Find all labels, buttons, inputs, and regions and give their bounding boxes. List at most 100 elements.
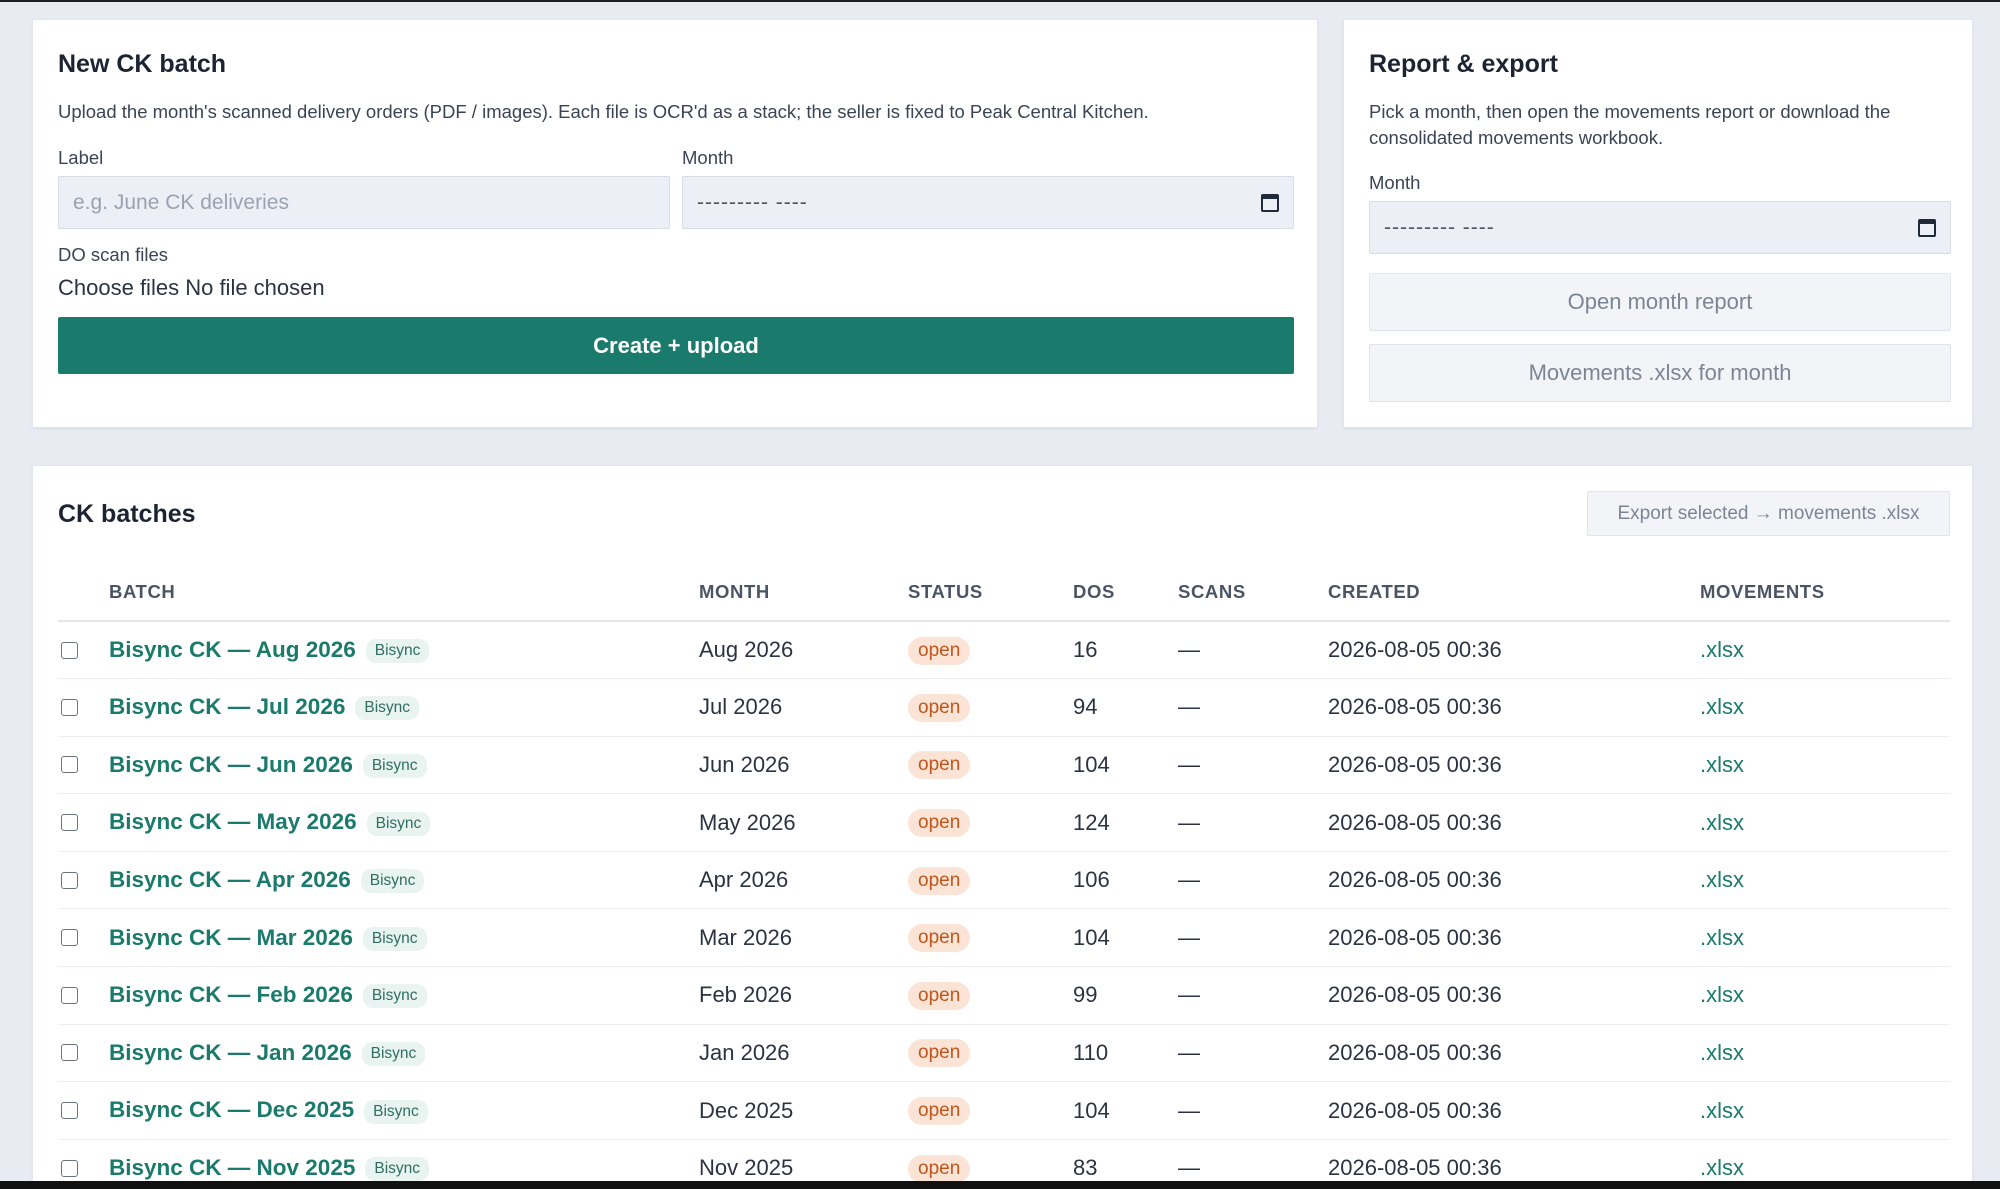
batch-created: 2026-08-05 00:36 xyxy=(1328,736,1700,795)
batch-month: May 2026 xyxy=(699,793,908,852)
batch-scans: — xyxy=(1178,678,1328,737)
status-badge: open xyxy=(908,1039,971,1068)
batch-scans: — xyxy=(1178,908,1328,968)
file-picker[interactable]: Choose files No file chosen xyxy=(58,275,325,301)
batch-link[interactable]: Bisync CK — Jul 2026 xyxy=(109,694,345,719)
batch-link[interactable]: Bisync CK — Mar 2026 xyxy=(109,925,353,950)
status-badge: open xyxy=(908,1097,971,1126)
movements-xlsx-link[interactable]: .xlsx xyxy=(1700,867,1744,892)
status-badge: open xyxy=(908,751,971,780)
batch-dos: 99 xyxy=(1073,966,1178,1025)
month-input-value: --------- ---- xyxy=(697,190,808,214)
row-checkbox[interactable] xyxy=(61,1159,78,1177)
table-row: Bisync CK — Jun 2026 Bisync Jun 2026 open… xyxy=(58,736,1950,795)
column-header-status: STATUS xyxy=(908,563,1073,622)
movements-xlsx-month-button[interactable]: Movements .xlsx for month xyxy=(1369,344,1951,402)
source-tag: Bisync xyxy=(362,926,427,951)
batches-table-body: Bisync CK — Aug 2026 Bisync Aug 2026 open… xyxy=(58,621,1950,1189)
batch-created: 2026-08-05 00:36 xyxy=(1328,966,1700,1025)
row-checkbox[interactable] xyxy=(61,929,78,947)
batch-link[interactable]: Bisync CK — Dec 2025 xyxy=(109,1097,354,1122)
batch-dos: 106 xyxy=(1073,851,1178,910)
batch-dos: 104 xyxy=(1073,736,1178,795)
batch-scans: — xyxy=(1178,1024,1328,1083)
batch-link[interactable]: Bisync CK — Apr 2026 xyxy=(109,867,351,892)
movements-xlsx-link[interactable]: .xlsx xyxy=(1700,1040,1744,1065)
files-field-label: DO scan files xyxy=(58,244,169,265)
batch-scans: — xyxy=(1178,621,1328,680)
report-month-input[interactable]: --------- ---- xyxy=(1369,201,1951,254)
batches-table: BATCH MONTH STATUS DOS SCANS CREATED MOV… xyxy=(58,563,1950,1189)
batch-link[interactable]: Bisync CK — Jun 2026 xyxy=(109,752,353,777)
status-badge: open xyxy=(908,809,971,838)
label-input[interactable]: e.g. June CK deliveries xyxy=(58,176,670,229)
batch-month: Jun 2026 xyxy=(699,736,908,795)
movements-xlsx-link[interactable]: .xlsx xyxy=(1700,982,1744,1007)
row-checkbox[interactable] xyxy=(61,871,78,889)
movements-xlsx-link[interactable]: .xlsx xyxy=(1700,752,1744,777)
report-description: Pick a month, then open the movements re… xyxy=(1369,101,1891,148)
movements-xlsx-link[interactable]: .xlsx xyxy=(1700,810,1744,835)
batches-title: CK batches xyxy=(58,500,196,528)
month-input[interactable]: --------- ---- xyxy=(682,176,1294,229)
batch-dos: 16 xyxy=(1073,621,1178,680)
source-tag: Bisync xyxy=(365,1157,430,1182)
new-batch-card: New CK batch Upload the month's scanned … xyxy=(32,19,1318,428)
table-row: Bisync CK — Apr 2026 Bisync Apr 2026 open… xyxy=(58,851,1950,910)
export-selected-button[interactable]: Export selected → movements .xlsx xyxy=(1587,491,1950,536)
table-row: Bisync CK — Jan 2026 Bisync Jan 2026 open… xyxy=(58,1024,1950,1083)
batch-link[interactable]: Bisync CK — Aug 2026 xyxy=(109,637,356,662)
movements-xlsx-link[interactable]: .xlsx xyxy=(1700,1155,1744,1180)
batch-month: Dec 2025 xyxy=(699,1081,908,1140)
batch-scans: — xyxy=(1178,736,1328,795)
source-tag: Bisync xyxy=(364,1099,428,1124)
batch-month: Feb 2026 xyxy=(699,966,908,1025)
open-month-report-button[interactable]: Open month report xyxy=(1369,273,1951,331)
batch-link[interactable]: Bisync CK — Nov 2025 xyxy=(109,1155,355,1180)
row-checkbox[interactable] xyxy=(61,986,78,1004)
movements-xlsx-link[interactable]: .xlsx xyxy=(1700,637,1744,662)
calendar-icon[interactable] xyxy=(1261,193,1279,212)
batch-dos: 104 xyxy=(1073,908,1178,968)
status-badge: open xyxy=(908,693,971,722)
column-header-scans: SCANS xyxy=(1178,563,1328,622)
batches-card: CK batches Export selected → movements .… xyxy=(32,465,1973,1189)
movements-xlsx-link[interactable]: .xlsx xyxy=(1700,694,1744,719)
column-header-month: MONTH xyxy=(699,563,908,622)
batch-scans: — xyxy=(1178,966,1328,1025)
new-batch-description: Upload the month's scanned delivery orde… xyxy=(58,101,1149,122)
status-badge: open xyxy=(908,866,971,895)
batch-link[interactable]: Bisync CK — Feb 2026 xyxy=(109,982,353,1007)
row-checkbox[interactable] xyxy=(61,1044,78,1062)
batch-month: Jul 2026 xyxy=(699,678,908,737)
batch-link[interactable]: Bisync CK — May 2026 xyxy=(109,809,357,834)
movements-xlsx-link[interactable]: .xlsx xyxy=(1700,1098,1744,1123)
source-tag: Bisync xyxy=(360,869,425,894)
batch-month: Apr 2026 xyxy=(699,851,908,910)
batch-month: Jan 2026 xyxy=(699,1024,908,1083)
row-checkbox[interactable] xyxy=(61,1102,78,1120)
select-column-header xyxy=(58,563,109,622)
row-checkbox[interactable] xyxy=(61,698,78,716)
status-badge: open xyxy=(908,636,971,665)
column-header-dos: DOS xyxy=(1073,563,1178,622)
row-checkbox[interactable] xyxy=(61,756,78,774)
choose-files-button[interactable]: Choose files xyxy=(58,275,179,300)
batch-created: 2026-08-05 00:36 xyxy=(1328,908,1700,968)
report-export-card: Report & export Pick a month, then open … xyxy=(1343,19,1973,428)
row-checkbox[interactable] xyxy=(61,641,78,659)
source-tag: Bisync xyxy=(361,1042,426,1067)
no-file-text: No file chosen xyxy=(185,275,325,300)
create-upload-button[interactable]: Create + upload xyxy=(58,317,1294,374)
table-row: Bisync CK — Jul 2026 Bisync Jul 2026 open… xyxy=(58,678,1950,737)
source-tag: Bisync xyxy=(366,811,431,836)
report-title: Report & export xyxy=(1369,50,1558,78)
table-row: Bisync CK — May 2026 Bisync May 2026 open… xyxy=(58,793,1950,852)
batch-created: 2026-08-05 00:36 xyxy=(1328,621,1700,680)
batch-link[interactable]: Bisync CK — Jan 2026 xyxy=(109,1040,352,1065)
movements-xlsx-link[interactable]: .xlsx xyxy=(1700,925,1744,950)
batch-created: 2026-08-05 00:36 xyxy=(1328,678,1700,737)
status-badge: open xyxy=(908,981,971,1010)
calendar-icon[interactable] xyxy=(1918,218,1936,237)
row-checkbox[interactable] xyxy=(61,814,78,832)
